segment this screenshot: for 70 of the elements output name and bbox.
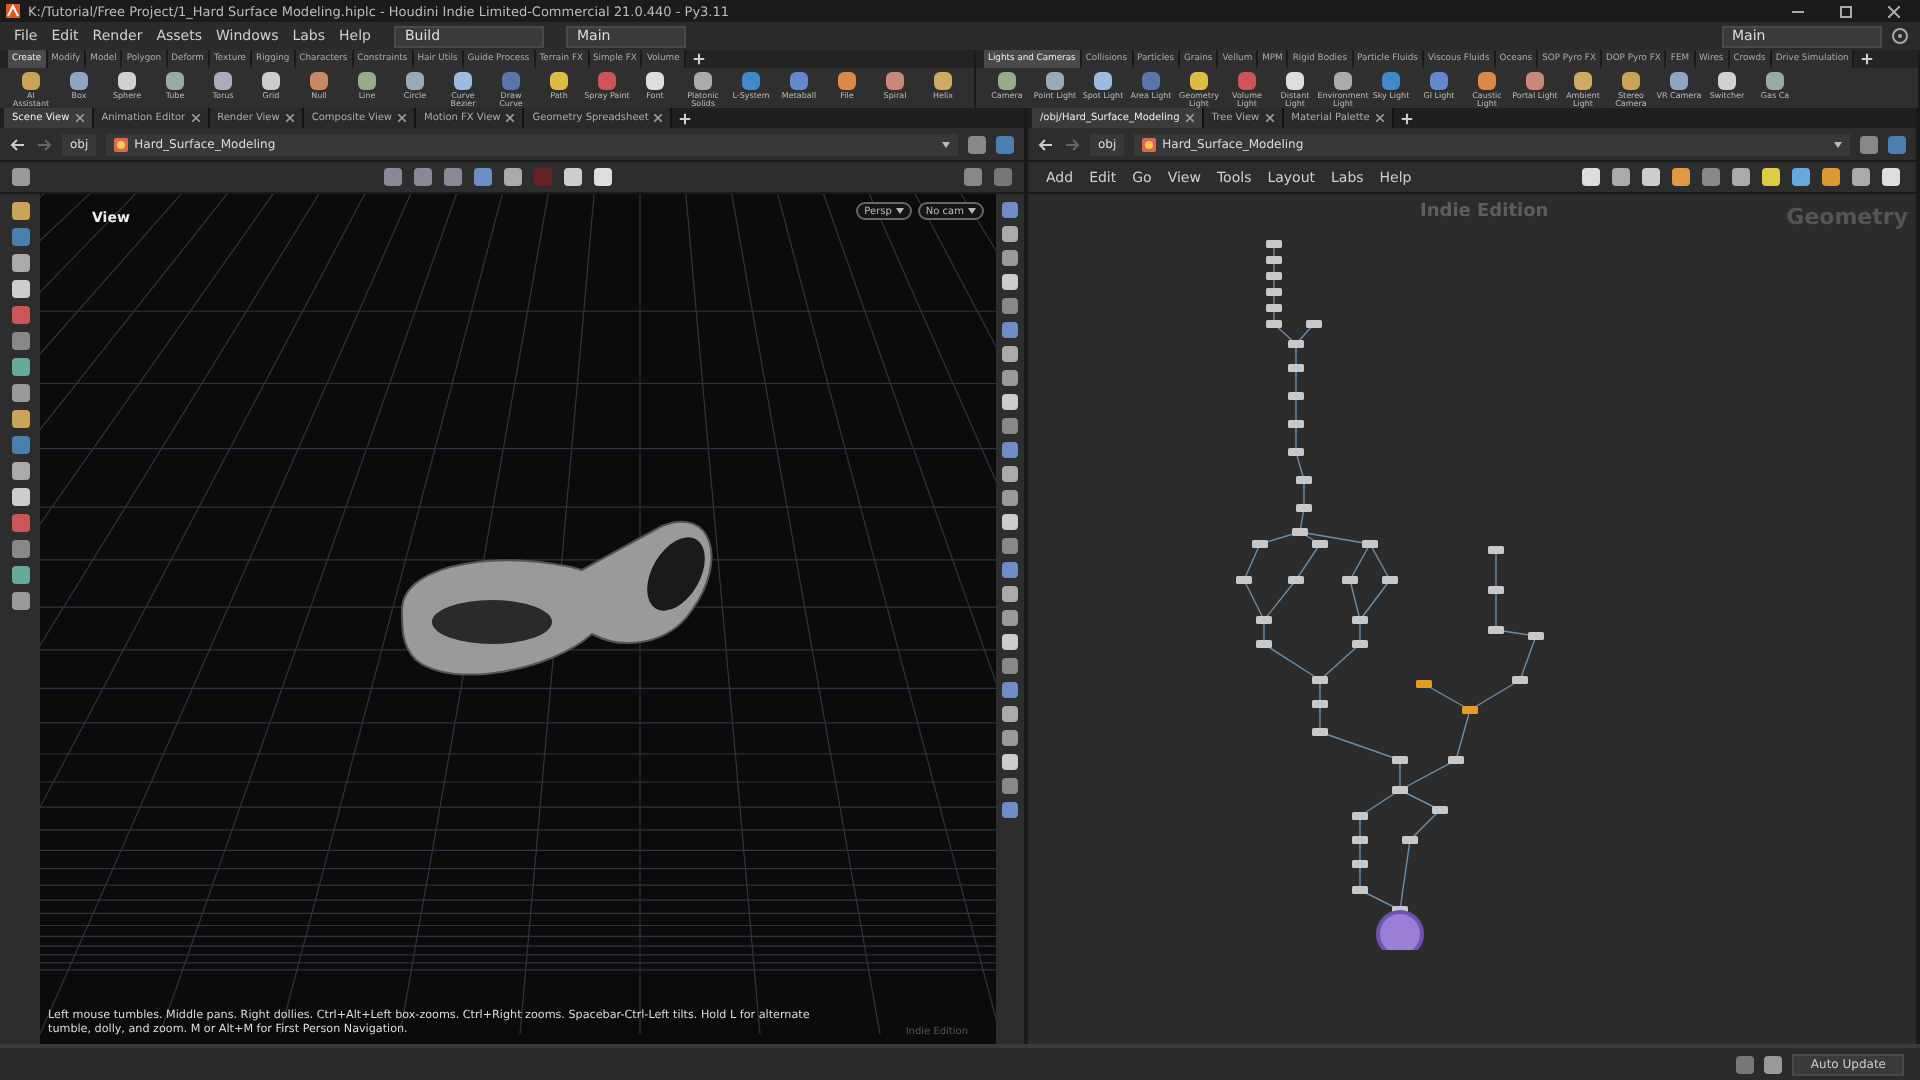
caret-icon: [942, 141, 950, 147]
node-icon: [114, 137, 129, 151]
close-icon[interactable]: [1185, 114, 1194, 122]
tool-icon: [1670, 72, 1688, 90]
tool-icon: [838, 72, 856, 90]
tool-icon: [214, 72, 232, 90]
tool-icon: [550, 72, 568, 90]
tool-icon: [1526, 72, 1544, 90]
tool-icon: [1142, 72, 1160, 90]
tool-icon: [1718, 72, 1736, 90]
tool-icon: [886, 72, 904, 90]
tool-icon: [1430, 72, 1448, 90]
close-icon[interactable]: [285, 114, 294, 122]
add-tab-icon[interactable]: [1860, 52, 1875, 66]
forward-arrow-icon[interactable]: [36, 137, 52, 151]
tool-icon: [1622, 72, 1640, 90]
tool-icon: [1238, 72, 1256, 90]
tool-icon: [934, 72, 952, 90]
tool-icon: [1286, 72, 1304, 90]
caret-icon: [1834, 141, 1842, 147]
help-icon[interactable]: [1892, 28, 1908, 44]
add-tab-icon[interactable]: [691, 52, 706, 66]
tool-icon: [646, 72, 664, 90]
link-icon[interactable]: [1888, 135, 1906, 153]
node-icon: [1142, 137, 1157, 151]
tool-icon: [1094, 72, 1112, 90]
close-icon[interactable]: [506, 114, 515, 122]
tool-icon: [694, 72, 712, 90]
tool-icon: [1190, 72, 1208, 90]
tool-icon: [118, 72, 136, 90]
pin-icon[interactable]: [1860, 135, 1878, 153]
back-arrow-icon[interactable]: [1038, 137, 1054, 151]
tool-icon: [1334, 72, 1352, 90]
tool-icon: [406, 72, 424, 90]
app-logo-icon: [6, 4, 20, 18]
tool-icon: [22, 72, 40, 90]
close-icon[interactable]: [1375, 114, 1384, 122]
tool-icon: [262, 72, 280, 90]
close-icon[interactable]: [1265, 114, 1274, 122]
tool-icon: [1478, 72, 1496, 90]
tool-icon: [310, 72, 328, 90]
tool-icon: [70, 72, 88, 90]
tool-icon: [358, 72, 376, 90]
close-icon[interactable]: [654, 114, 663, 122]
pin-icon[interactable]: [968, 135, 986, 153]
grid-menu-icon[interactable]: [12, 168, 30, 186]
tool-icon: [1382, 72, 1400, 90]
maximize-icon: [1840, 5, 1852, 17]
close-icon: [1888, 5, 1900, 17]
tool-icon: [790, 72, 808, 90]
link-icon[interactable]: [996, 135, 1014, 153]
close-icon[interactable]: [75, 114, 84, 122]
tool-icon: [1766, 72, 1784, 90]
minimize-icon: [1792, 5, 1804, 17]
close-icon[interactable]: [398, 114, 406, 122]
caret-icon: [968, 208, 976, 214]
tool-icon: [598, 72, 616, 90]
tool-icon: [998, 72, 1016, 90]
back-arrow-icon[interactable]: [10, 137, 26, 151]
tool-icon: [454, 72, 472, 90]
tool-icon: [502, 72, 520, 90]
tool-icon: [1574, 72, 1592, 90]
close-icon[interactable]: [191, 114, 200, 122]
tool-icon: [742, 72, 760, 90]
add-tab-icon[interactable]: [678, 111, 693, 125]
add-tab-icon[interactable]: [1399, 111, 1414, 125]
caret-icon: [895, 208, 904, 214]
tool-icon: [166, 72, 184, 90]
forward-arrow-icon[interactable]: [1064, 137, 1080, 151]
tool-icon: [1046, 72, 1064, 90]
